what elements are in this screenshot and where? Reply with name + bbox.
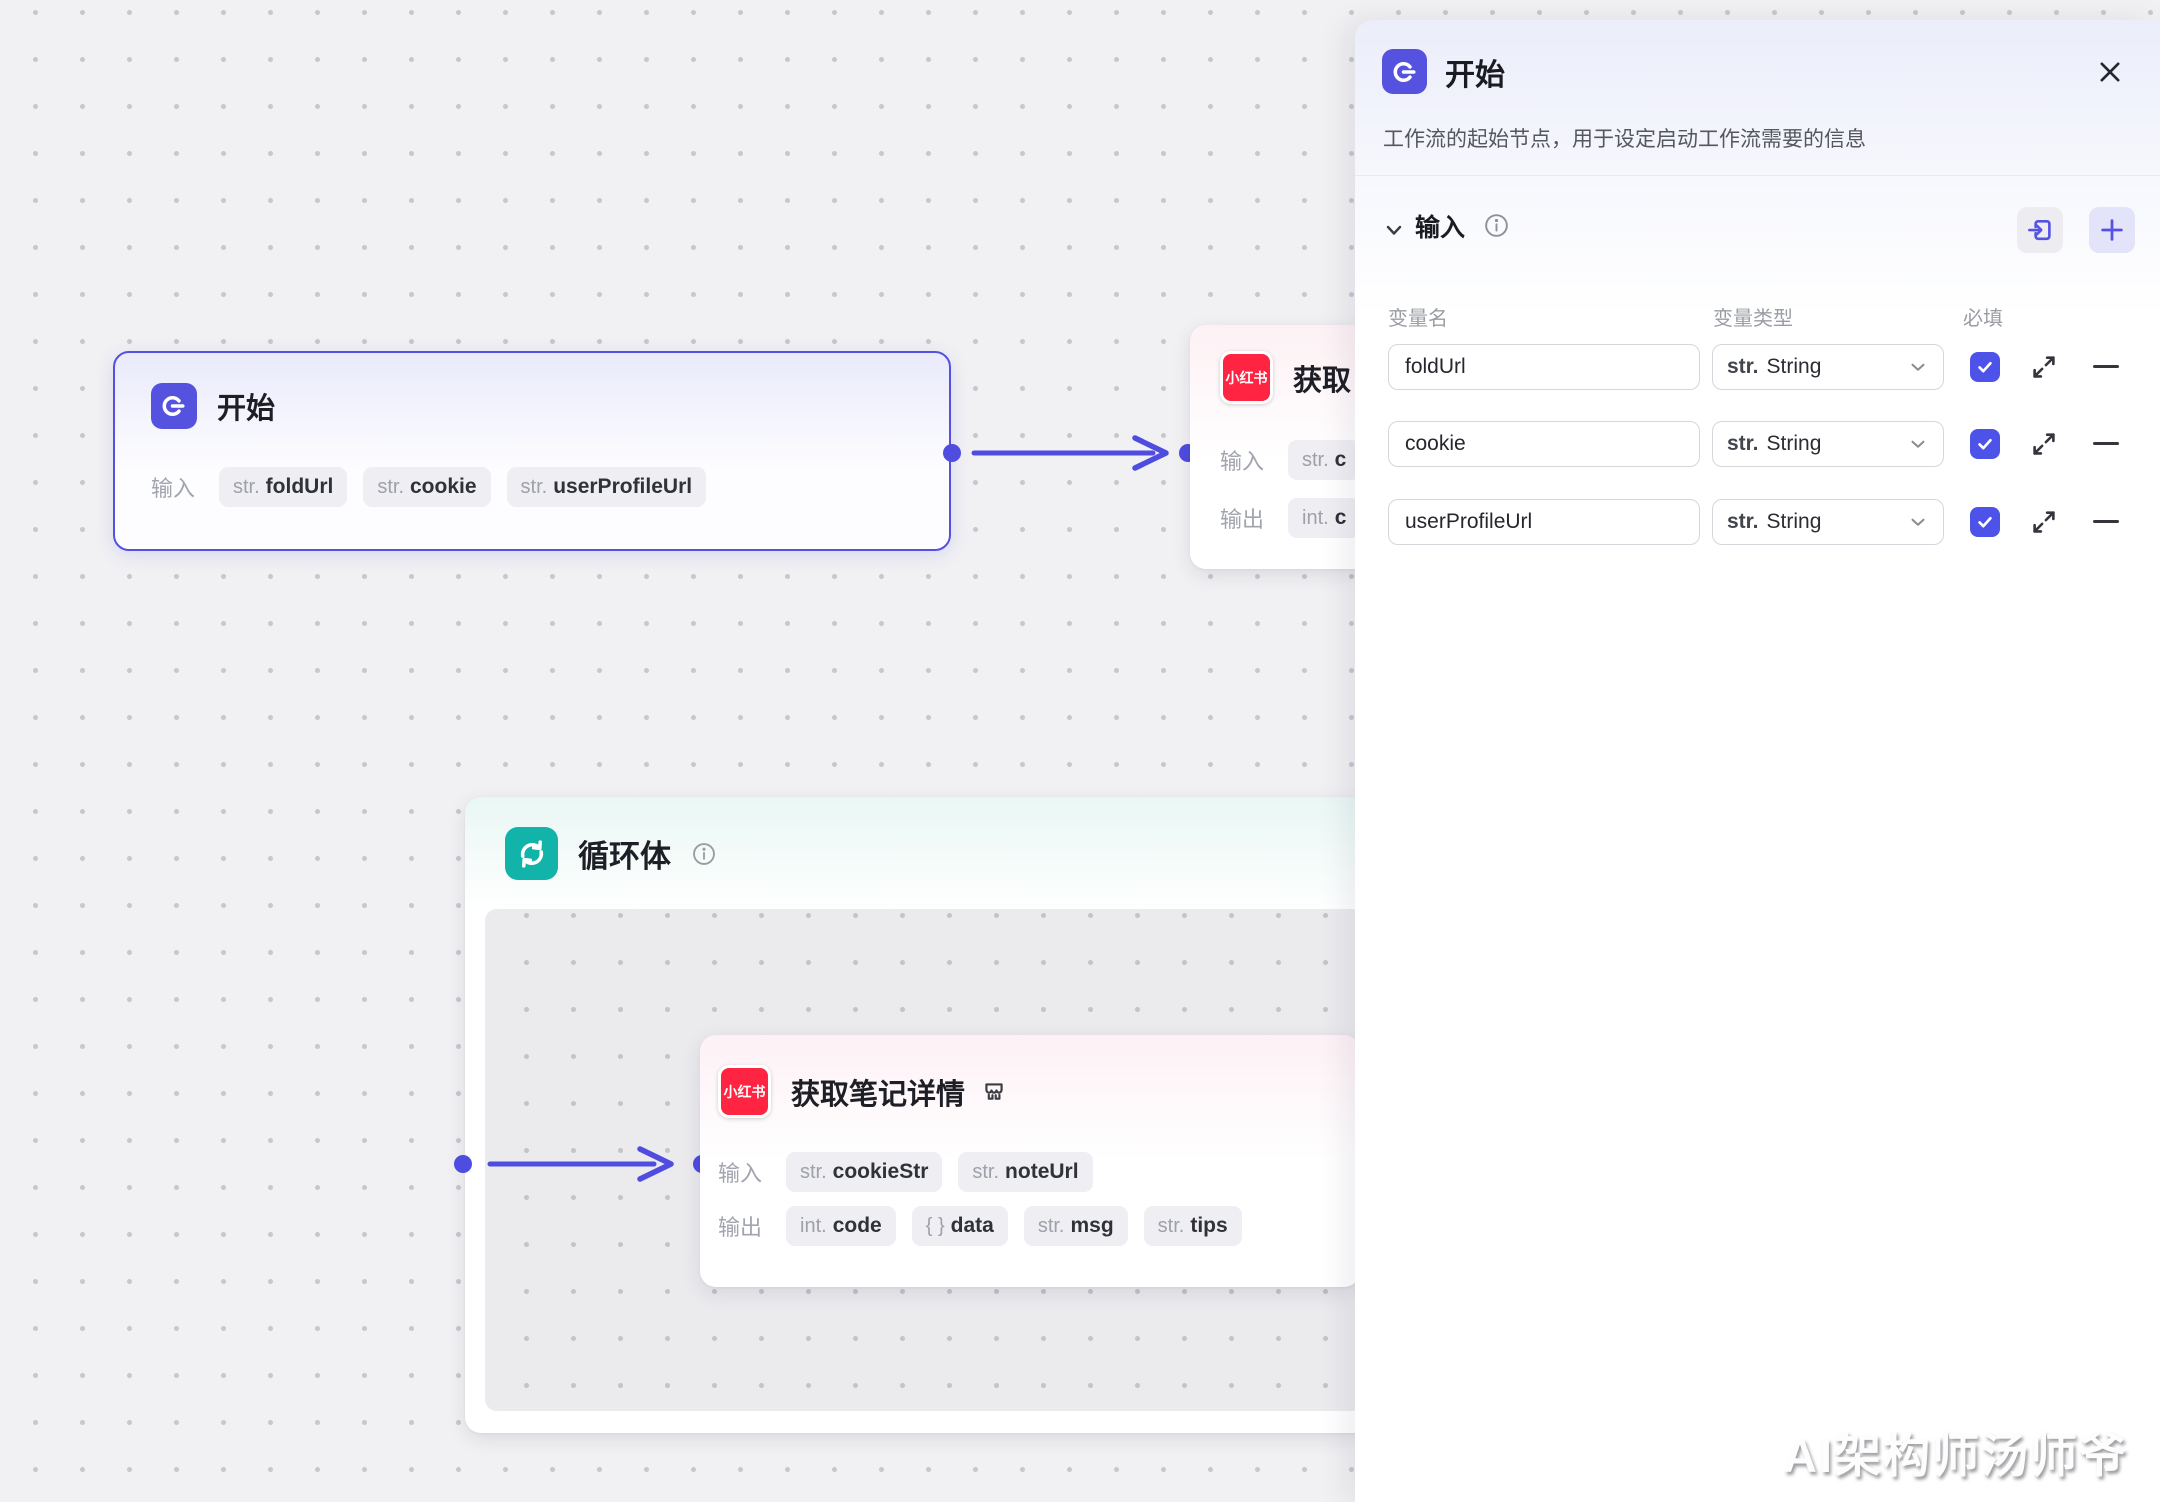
required-checkbox[interactable] (1970, 507, 2000, 537)
input-chip: str.userProfileUrl (507, 467, 707, 507)
start-node[interactable]: 开始 输入 str.foldUrl str.cookie str.userPro… (113, 351, 951, 551)
workflow-canvas: 开始 输入 str.foldUrl str.cookie str.userPro… (0, 0, 2160, 1502)
loop-icon (505, 827, 558, 880)
input-chip: str.noteUrl (958, 1152, 1092, 1192)
power-icon (1382, 49, 1427, 94)
required-checkbox[interactable] (1970, 429, 2000, 459)
edge-loop-to-detail (454, 1146, 712, 1182)
panel-description: 工作流的起始节点，用于设定启动工作流需要的信息 (1383, 123, 2083, 153)
variable-row: str.String (1355, 421, 2160, 467)
node-title: 开始 (217, 385, 275, 427)
input-row-label: 输入 (1220, 444, 1272, 476)
section-label-input: 输入 (1415, 208, 1465, 244)
output-row-label: 输出 (718, 1210, 770, 1242)
watermark: AI架构师汤师爷 (1783, 1417, 2128, 1486)
output-port[interactable] (943, 444, 961, 462)
variable-row: str.String (1355, 499, 2160, 545)
input-row-label: 输入 (151, 471, 203, 503)
close-icon[interactable] (2094, 56, 2126, 88)
node-title: 循环体 (578, 831, 671, 876)
variable-type-select[interactable]: str.String (1712, 499, 1944, 545)
xiaohongshu-icon: 小红书 (718, 1065, 771, 1118)
expand-icon[interactable] (2029, 429, 2059, 459)
output-port[interactable] (454, 1155, 472, 1173)
output-chip: int.code (786, 1206, 896, 1246)
input-chip: str.cookieStr (786, 1152, 942, 1192)
remove-variable-icon[interactable] (2093, 365, 2119, 368)
power-icon (151, 383, 197, 429)
info-icon[interactable] (1483, 212, 1510, 239)
variable-name-input[interactable] (1388, 344, 1700, 390)
chevron-down-icon (1907, 511, 1929, 533)
input-chip: str.foldUrl (219, 467, 347, 507)
chevron-down-icon (1907, 356, 1929, 378)
variable-name-input[interactable] (1388, 499, 1700, 545)
remove-variable-icon[interactable] (2093, 520, 2119, 523)
column-required: 必填 (1963, 302, 2003, 331)
variable-name-input[interactable] (1388, 421, 1700, 467)
chevron-down-icon[interactable] (1382, 218, 1406, 242)
variable-type-select[interactable]: str.String (1712, 421, 1944, 467)
expand-icon[interactable] (2029, 507, 2059, 537)
node-title: 获取笔记详情 (791, 1071, 965, 1113)
plugin-store-icon (981, 1079, 1007, 1105)
column-variable-type: 变量类型 (1713, 302, 1793, 331)
import-variables-button[interactable] (2017, 207, 2063, 253)
input-chip: str.c (1288, 440, 1360, 480)
column-variable-name: 变量名 (1388, 302, 1448, 331)
output-chip: { }data (912, 1206, 1008, 1246)
output-row-label: 输出 (1220, 502, 1272, 534)
add-variable-button[interactable] (2089, 207, 2135, 253)
node-config-panel: 开始 工作流的起始节点，用于设定启动工作流需要的信息 输入 (1355, 20, 2160, 1502)
input-chip: str.cookie (363, 467, 490, 507)
node-title: 获取 (1293, 357, 1351, 399)
variable-row: str.String (1355, 344, 2160, 390)
variable-type-select[interactable]: str.String (1712, 344, 1944, 390)
remove-variable-icon[interactable] (2093, 442, 2119, 445)
expand-icon[interactable] (2029, 352, 2059, 382)
output-chip: str.msg (1024, 1206, 1128, 1246)
output-chip: int.c (1288, 498, 1360, 538)
chevron-down-icon (1907, 433, 1929, 455)
info-icon[interactable] (691, 841, 717, 867)
required-checkbox[interactable] (1970, 352, 2000, 382)
xiaohongshu-icon: 小红书 (1220, 351, 1273, 404)
note-detail-node[interactable]: 小红书 获取笔记详情 输入 str.cookieStr str.noteUrl … (700, 1035, 1360, 1287)
input-row-label: 输入 (718, 1156, 770, 1188)
output-chip: str.tips (1144, 1206, 1242, 1246)
edge-start-to-fetch (943, 435, 1198, 471)
divider (1355, 175, 2160, 176)
panel-title: 开始 (1445, 50, 1505, 94)
